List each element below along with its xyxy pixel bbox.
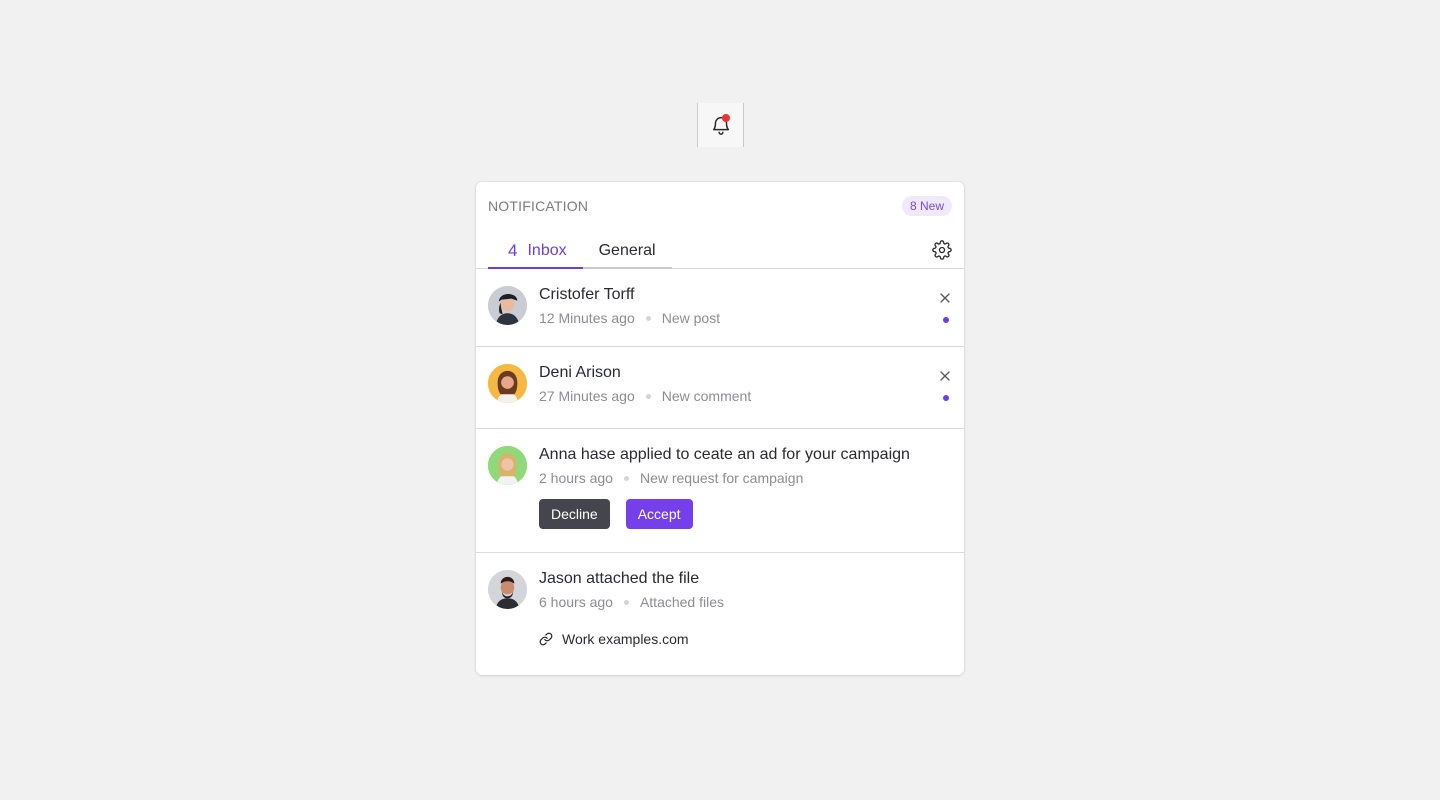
- unread-indicator: [721, 114, 730, 122]
- request-actions: Decline Accept: [539, 499, 952, 529]
- bell-icon: [710, 114, 732, 136]
- unread-dot: [943, 395, 949, 401]
- notification-bell-button[interactable]: [697, 103, 744, 147]
- attached-file-label: Work examples.com: [562, 631, 689, 647]
- tab-general[interactable]: General: [582, 234, 672, 269]
- avatar: [488, 570, 527, 609]
- meta-separator: [645, 393, 651, 399]
- notification-time: 6 hours ago: [539, 594, 613, 610]
- notification-item[interactable]: Cristofer Torff 12 Minutes ago New post: [476, 269, 964, 347]
- notification-time: 12 Minutes ago: [539, 310, 635, 326]
- decline-button[interactable]: Decline: [539, 499, 610, 529]
- notification-item[interactable]: Deni Arison 27 Minutes ago New comment: [476, 347, 964, 429]
- meta-separator: [623, 475, 629, 481]
- panel-header: NOTIFICATION 8 New: [476, 182, 964, 234]
- notification-type: New comment: [661, 388, 752, 404]
- notification-type: New request for campaign: [639, 470, 804, 486]
- notification-type: Attached files: [639, 594, 725, 610]
- notification-meta: 27 Minutes ago New comment: [539, 387, 952, 405]
- notification-item[interactable]: Jason attached the file 6 hours ago Atta…: [476, 553, 964, 675]
- settings-gear-icon[interactable]: [932, 240, 952, 260]
- link-icon: [539, 632, 553, 646]
- notification-meta: 12 Minutes ago New post: [539, 309, 952, 327]
- avatar: [488, 446, 527, 485]
- notification-title: Anna hase applied to ceate an ad for you…: [539, 446, 910, 463]
- notification-title: Cristofer Torff: [539, 286, 635, 303]
- tab-general-label: General: [598, 241, 656, 259]
- notification-time: 27 Minutes ago: [539, 388, 635, 404]
- tab-inbox[interactable]: 4 Inbox: [488, 234, 583, 269]
- notification-title: Deni Arison: [539, 364, 621, 381]
- new-count-badge: 8 New: [901, 196, 952, 216]
- notification-title: Jason attached the file: [539, 570, 700, 587]
- close-icon[interactable]: [938, 369, 952, 383]
- notification-type: New post: [661, 310, 721, 326]
- attached-file-link[interactable]: Work examples.com: [539, 631, 952, 647]
- avatar: [488, 286, 527, 325]
- notification-meta: 6 hours ago Attached files: [539, 593, 952, 611]
- tab-inbox-label: Inbox: [527, 241, 567, 259]
- close-icon[interactable]: [938, 291, 952, 305]
- meta-separator: [645, 315, 651, 321]
- tabs: 4 Inbox General: [476, 234, 964, 269]
- notification-meta: 2 hours ago New request for campaign: [539, 469, 952, 487]
- unread-dot: [943, 317, 949, 323]
- notification-panel: NOTIFICATION 8 New 4 Inbox General Crist…: [476, 182, 964, 675]
- meta-separator: [623, 599, 629, 605]
- tab-inbox-count: 4: [508, 240, 518, 260]
- avatar: [488, 364, 527, 403]
- notification-item[interactable]: Anna hase applied to ceate an ad for you…: [476, 429, 964, 553]
- notification-time: 2 hours ago: [539, 470, 613, 486]
- panel-title: NOTIFICATION: [488, 198, 589, 214]
- accept-button[interactable]: Accept: [625, 499, 693, 529]
